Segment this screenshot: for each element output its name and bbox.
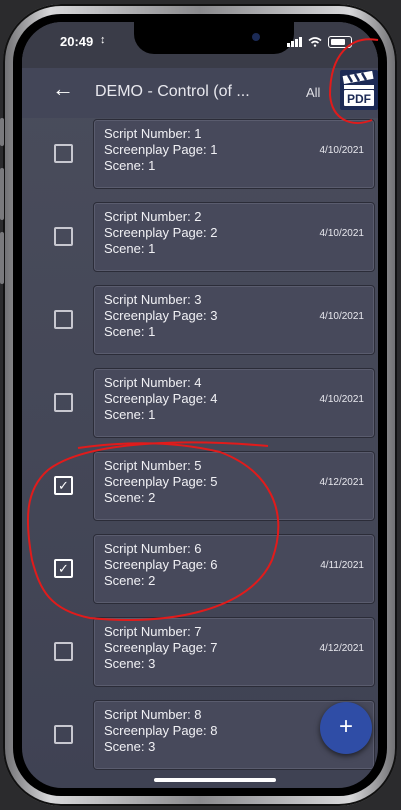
date-label: 4/10/2021	[319, 311, 365, 322]
list-item[interactable]: ✓ Script Number: 5 Screenplay Page: 5 Scene…	[22, 450, 378, 521]
side-button	[0, 232, 4, 284]
side-button	[0, 168, 4, 220]
script-number: Script Number: 2	[104, 209, 202, 224]
home-indicator	[154, 778, 276, 782]
scene-number: Scene: 1	[104, 407, 156, 422]
select-checkbox[interactable]	[54, 642, 73, 661]
date-label: 4/10/2021	[319, 228, 365, 239]
screenplay-page: Screenplay Page: 4	[104, 391, 218, 406]
scene-number: Scene: 3	[104, 656, 156, 671]
script-number: Script Number: 1	[104, 126, 202, 141]
all-button[interactable]: All	[306, 85, 320, 100]
select-checkbox[interactable]	[54, 227, 73, 246]
list-item[interactable]: Script Number: 4 Screenplay Page: 4 Scene:…	[22, 367, 378, 438]
scene-number: Scene: 1	[104, 241, 156, 256]
date-label: 4/12/2021	[319, 477, 365, 488]
add-button[interactable]: +	[320, 702, 372, 754]
select-checkbox[interactable]	[54, 393, 73, 412]
scene-number: Scene: 1	[104, 324, 156, 339]
back-arrow-icon[interactable]: ←	[52, 76, 74, 102]
script-card[interactable]: Script Number: 7 Screenplay Page: 7 Scene:…	[93, 617, 375, 687]
status-icons	[287, 36, 352, 48]
pdf-export-button[interactable]: PDF	[340, 70, 378, 110]
screen: 20:49 ↕ ← DEMO - Control (of ... All PDF…	[22, 22, 378, 788]
date-label: 4/12/2021	[319, 643, 365, 654]
script-card[interactable]: Script Number: 3 Screenplay Page: 3 Scene:…	[93, 285, 375, 355]
battery-icon	[328, 36, 352, 48]
pdf-label: PDF	[347, 92, 371, 106]
wifi-icon	[308, 37, 322, 47]
script-card[interactable]: Script Number: 4 Screenplay Page: 4 Scene:…	[93, 368, 375, 438]
script-number: Script Number: 7	[104, 624, 202, 639]
screenplay-page: Screenplay Page: 8	[104, 723, 218, 738]
select-checkbox[interactable]: ✓	[54, 559, 73, 578]
scene-number: Scene: 2	[104, 573, 156, 588]
clapperboard-pdf-icon: PDF	[342, 70, 374, 106]
script-card[interactable]: Script Number: 1 Screenplay Page: 1 Scene:…	[93, 119, 375, 189]
select-checkbox[interactable]	[54, 725, 73, 744]
script-number: Script Number: 6	[104, 541, 202, 556]
select-checkbox[interactable]: ✓	[54, 476, 73, 495]
screenplay-page: Screenplay Page: 1	[104, 142, 218, 157]
script-number: Script Number: 3	[104, 292, 202, 307]
status-time: 20:49	[60, 34, 94, 49]
scene-number: Scene: 2	[104, 490, 156, 505]
list-item[interactable]: Script Number: 1 Screenplay Page: 1 Scene:…	[22, 118, 378, 189]
date-label: 4/10/2021	[319, 394, 365, 405]
signal-icon	[287, 37, 302, 47]
script-number: Script Number: 8	[104, 707, 202, 722]
script-number: Script Number: 5	[104, 458, 202, 473]
app-bar: ← DEMO - Control (of ... All PDF	[22, 68, 378, 118]
script-card[interactable]: Script Number: 2 Screenplay Page: 2 Scene:…	[93, 202, 375, 272]
scene-number: Scene: 1	[104, 158, 156, 173]
script-card[interactable]: Script Number: 5 Screenplay Page: 5 Scene:…	[93, 451, 375, 521]
list-item[interactable]: ✓ Script Number: 6 Screenplay Page: 6 Scene…	[22, 533, 378, 604]
script-card[interactable]: Script Number: 6 Screenplay Page: 6 Scene:…	[93, 534, 375, 604]
list-item[interactable]: Script Number: 7 Screenplay Page: 7 Scene:…	[22, 616, 378, 687]
activity-icon: ↕	[100, 34, 106, 46]
screenplay-page: Screenplay Page: 7	[104, 640, 218, 655]
screenplay-page: Screenplay Page: 2	[104, 225, 218, 240]
list-item[interactable]: Script Number: 2 Screenplay Page: 2 Scene:…	[22, 201, 378, 272]
screenplay-page: Screenplay Page: 5	[104, 474, 218, 489]
date-label: 4/10/2021	[319, 145, 365, 156]
status-bar: 20:49 ↕	[22, 22, 378, 68]
script-list: Script Number: 1 Screenplay Page: 1 Scene:…	[22, 118, 378, 788]
notch	[134, 22, 294, 54]
date-label: 4/11/2021	[320, 560, 364, 571]
camera-icon	[252, 33, 260, 41]
page-title: DEMO - Control (of ...	[95, 83, 250, 100]
list-item[interactable]: Script Number: 3 Screenplay Page: 3 Scene:…	[22, 284, 378, 355]
select-checkbox[interactable]	[54, 144, 73, 163]
screenplay-page: Screenplay Page: 3	[104, 308, 218, 323]
side-button	[0, 118, 4, 146]
scene-number: Scene: 3	[104, 739, 156, 754]
select-checkbox[interactable]	[54, 310, 73, 329]
screenplay-page: Screenplay Page: 6	[104, 557, 218, 572]
script-number: Script Number: 4	[104, 375, 202, 390]
